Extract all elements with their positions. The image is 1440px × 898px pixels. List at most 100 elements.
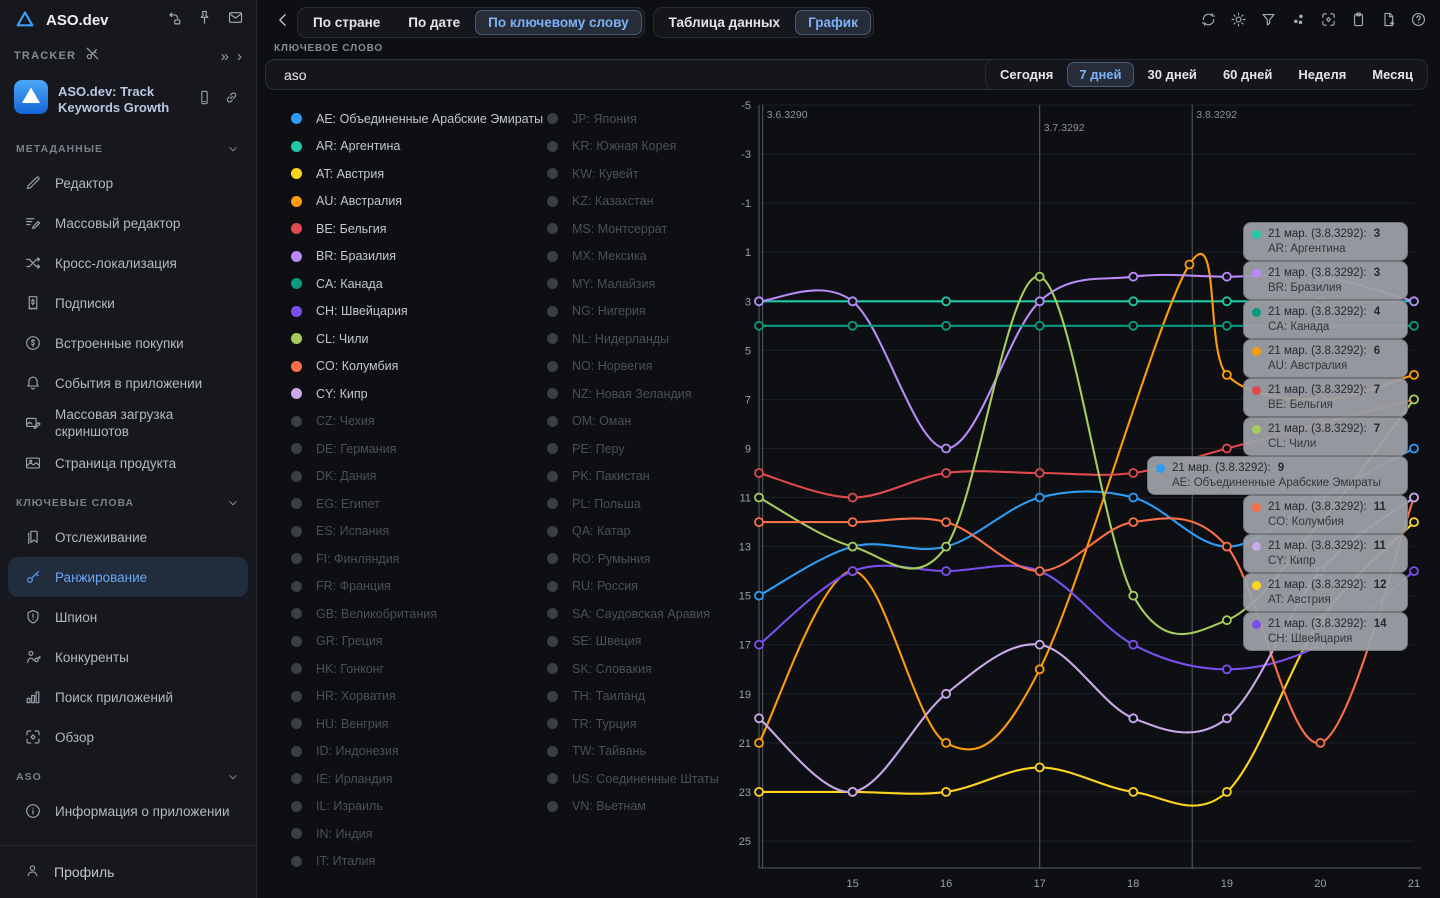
sidebar-item-scan[interactable]: Обзор <box>0 717 256 757</box>
legend-label: DE: Германия <box>316 442 396 456</box>
legend-item-FI[interactable]: FI: Финляндия <box>291 545 547 573</box>
funnel-icon[interactable] <box>1260 11 1277 28</box>
sidebar-item-bell[interactable]: События в приложении <box>0 363 256 403</box>
phone-icon[interactable] <box>196 89 213 111</box>
sidebar-item-image-edit[interactable]: Массовая загрузка скриншотов <box>0 403 256 443</box>
legend-item-DE[interactable]: DE: Германия <box>291 435 547 463</box>
legend-item-AE[interactable]: AE: Объединенные Арабские Эмираты <box>291 105 547 133</box>
tab-Таблица данных[interactable]: Таблица данных <box>656 10 793 35</box>
sidebar-item-shuffle[interactable]: Кросс-локализация <box>0 243 256 283</box>
legend-item-BE[interactable]: BE: Бельгия <box>291 215 547 243</box>
sidebar-item-image[interactable]: Страница продукта <box>0 443 256 483</box>
legend-item-IE[interactable]: IE: Ирландия <box>291 765 547 793</box>
svg-text:25: 25 <box>739 836 751 848</box>
legend-item-CH[interactable]: CH: Швейцария <box>291 298 547 326</box>
sidebar-item-shield[interactable]: Шпион <box>0 597 256 637</box>
legend-item-IT[interactable]: IT: Италия <box>291 848 547 876</box>
flow-icon[interactable] <box>165 9 182 31</box>
sidebar-item-bulk-edit[interactable]: Массовый редактор <box>0 203 256 243</box>
range-Месяц[interactable]: Месяц <box>1360 62 1425 87</box>
receipt-icon <box>24 294 42 312</box>
section-header-2[interactable]: ASO <box>0 757 256 791</box>
legend-dot <box>291 361 302 372</box>
tab-По ключевому слову[interactable]: По ключевому слову <box>475 10 641 35</box>
doc-add-icon[interactable] <box>1380 11 1397 28</box>
sidebar-item-dollar-circle[interactable]: Встроенные покупки <box>0 323 256 363</box>
sidebar-item-key[interactable]: Ранжирование <box>8 557 248 597</box>
clipboard-icon[interactable] <box>1350 11 1367 28</box>
legend-item-CY[interactable]: CY: Кипр <box>291 380 547 408</box>
legend-label: KR: Южная Корея <box>572 139 676 153</box>
svg-text:15: 15 <box>846 878 858 890</box>
range-Сегодня[interactable]: Сегодня <box>988 62 1065 87</box>
legend-item-HK[interactable]: HK: Гонконг <box>291 655 547 683</box>
range-60 дней[interactable]: 60 дней <box>1211 62 1284 87</box>
sidebar-item-label: Кросс-локализация <box>55 255 177 272</box>
legend-item-BR[interactable]: BR: Бразилия <box>291 243 547 271</box>
legend-item-EG[interactable]: EG: Египет <box>291 490 547 518</box>
refresh-icon[interactable] <box>1200 11 1217 28</box>
scan-icon[interactable] <box>1320 11 1337 28</box>
legend-item-GR[interactable]: GR: Греция <box>291 628 547 656</box>
tracked-app-card[interactable]: ASO.dev: Track Keywords Growth <box>0 72 256 129</box>
legend-item-CZ[interactable]: CZ: Чехия <box>291 408 547 436</box>
legend-item-CO[interactable]: CO: Колумбия <box>291 353 547 381</box>
legend-label: HR: Хорватия <box>316 689 396 703</box>
collapse-all-icon[interactable]: » <box>221 49 229 64</box>
section-label: ASO <box>16 771 42 783</box>
shield-icon <box>24 608 42 626</box>
legend-item-AR[interactable]: AR: Аргентина <box>291 133 547 161</box>
range-30 дней[interactable]: 30 дней <box>1136 62 1209 87</box>
shuffle-icon <box>24 254 42 272</box>
back-button[interactable] <box>273 10 293 35</box>
legend-dot <box>547 691 558 702</box>
legend-item-IN[interactable]: IN: Индия <box>291 820 547 848</box>
sidebar-item-spy-key[interactable]: Конкуренты <box>0 637 256 677</box>
chevron-down-icon <box>226 496 240 510</box>
sidebar-item-pencil[interactable]: Редактор <box>0 163 256 203</box>
legend-dot <box>291 718 302 729</box>
svg-text:17: 17 <box>1034 878 1046 890</box>
legend-item-IL[interactable]: IL: Израиль <box>291 793 547 821</box>
legend-label: US: Соединенные Штаты <box>572 772 719 786</box>
rank-chart[interactable]: -5-3-11357911131517192123253.6.32903.7.3… <box>711 96 1429 896</box>
link-icon[interactable] <box>223 89 240 111</box>
sidebar-item-bar-chart[interactable]: Поиск приложений <box>0 677 256 717</box>
legend-item-CL[interactable]: CL: Чили <box>291 325 547 353</box>
legend-item-HU[interactable]: HU: Венгрия <box>291 710 547 738</box>
tab-По стране[interactable]: По стране <box>300 10 393 35</box>
pin-icon[interactable] <box>196 9 213 31</box>
section-header-1[interactable]: КЛЮЧЕВЫЕ СЛОВА <box>0 483 256 517</box>
help-icon[interactable] <box>1410 11 1427 28</box>
legend-dot <box>291 691 302 702</box>
range-7 дней[interactable]: 7 дней <box>1067 62 1133 87</box>
legend-item-CA[interactable]: CA: Канада <box>291 270 547 298</box>
mail-icon[interactable] <box>227 9 244 31</box>
legend-item-DK[interactable]: DK: Дания <box>291 463 547 491</box>
legend-item-FR[interactable]: FR: Франция <box>291 573 547 601</box>
sidebar-item-info[interactable]: Информация о приложении <box>0 791 256 831</box>
profile-button[interactable]: Профиль <box>0 845 256 898</box>
legend-label: NZ: Новая Зеландия <box>572 387 692 401</box>
tab-По дате[interactable]: По дате <box>395 10 473 35</box>
legend-dot <box>547 278 558 289</box>
legend-item-HR[interactable]: HR: Хорватия <box>291 683 547 711</box>
chevron-right-icon[interactable]: › <box>237 49 242 64</box>
gear-icon[interactable] <box>1230 11 1247 28</box>
keyword-field-label: КЛЮЧЕВОЕ СЛОВО <box>274 43 383 54</box>
section-header-0[interactable]: МЕТАДАННЫЕ <box>0 129 256 163</box>
legend-item-ID[interactable]: ID: Индонезия <box>291 738 547 766</box>
legend-item-AU[interactable]: AU: Австралия <box>291 188 547 216</box>
legend-item-GB[interactable]: GB: Великобритания <box>291 600 547 628</box>
sidebar-item-label: Поиск приложений <box>55 689 173 706</box>
legend-label: GR: Греция <box>316 634 383 648</box>
keyword-select[interactable]: aso <box>265 59 1093 90</box>
sidebar-item-bookmarks[interactable]: Отслеживание <box>0 517 256 557</box>
legend-item-ES[interactable]: ES: Испания <box>291 518 547 546</box>
sidebar-item-receipt[interactable]: Подписки <box>0 283 256 323</box>
apps-icon[interactable] <box>1290 11 1307 28</box>
legend-dot <box>291 278 302 289</box>
tab-График[interactable]: График <box>795 10 871 35</box>
legend-item-AT[interactable]: AT: Австрия <box>291 160 547 188</box>
range-Неделя[interactable]: Неделя <box>1286 62 1358 87</box>
